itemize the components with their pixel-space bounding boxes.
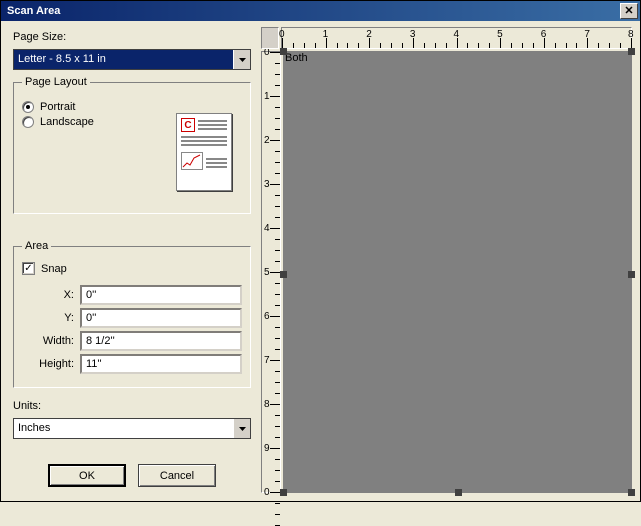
page-preview-thumb: C — [176, 113, 232, 191]
selection-handle[interactable] — [280, 489, 287, 496]
dropdown-button[interactable] — [233, 50, 250, 69]
portrait-label: Portrait — [40, 101, 75, 113]
area-legend: Area — [22, 240, 51, 252]
close-icon: ✕ — [624, 6, 633, 17]
x-input[interactable] — [80, 285, 242, 305]
titlebar: Scan Area ✕ — [1, 1, 640, 21]
units-label: Units: — [13, 400, 251, 412]
portrait-option[interactable]: Portrait — [22, 101, 242, 113]
ruler-corner — [261, 27, 279, 49]
close-button[interactable]: ✕ — [620, 3, 638, 19]
page-size-label: Page Size: — [13, 31, 251, 43]
selection-handle[interactable] — [628, 271, 635, 278]
page-layout-legend: Page Layout — [22, 76, 90, 88]
chart-icon — [181, 152, 203, 170]
checkbox-icon: ✓ — [22, 262, 35, 275]
height-label: Height: — [22, 358, 80, 370]
ruler-tick-label: 6 — [264, 311, 270, 322]
page-layout-group: Page Layout Portrait Landscape C — [13, 76, 251, 214]
horizontal-ruler: 012345678 — [281, 27, 632, 49]
scan-area-dialog: Scan Area ✕ Page Size: Letter - 8.5 x 11… — [0, 0, 641, 502]
cancel-label: Cancel — [160, 470, 194, 482]
vertical-ruler: 01234567890 — [261, 51, 281, 493]
selection-handle[interactable] — [280, 271, 287, 278]
window-title: Scan Area — [7, 5, 60, 17]
settings-pane: Page Size: Letter - 8.5 x 11 in Page Lay… — [1, 21, 261, 501]
ruler-tick-label: 4 — [264, 223, 270, 234]
preview-pane: 012345678 01234567890 Both — [261, 21, 640, 501]
area-group: Area ✓ Snap X: Y: Width: H — [13, 240, 251, 388]
page-size-value: Letter - 8.5 x 11 in — [14, 50, 233, 69]
ruler-tick-label: 7 — [264, 355, 270, 366]
selection-handle[interactable] — [628, 489, 635, 496]
units-value: Inches — [14, 419, 233, 438]
landscape-label: Landscape — [40, 116, 94, 128]
ruler-tick-label: 9 — [264, 443, 270, 454]
ruler-tick-label: 1 — [264, 91, 270, 102]
ruler-tick-label: 2 — [264, 135, 270, 146]
selection-handle[interactable] — [628, 48, 635, 55]
chevron-down-icon — [239, 427, 246, 431]
units-select[interactable]: Inches — [13, 418, 251, 439]
ruler-tick-label: 0 — [264, 487, 270, 498]
ruler-tick-label: 8 — [264, 399, 270, 410]
dropdown-button[interactable] — [233, 419, 250, 438]
width-label: Width: — [22, 335, 80, 347]
x-label: X: — [22, 289, 80, 301]
width-input[interactable] — [80, 331, 242, 351]
selection-handle[interactable] — [455, 489, 462, 496]
channel-label: Both — [285, 52, 308, 64]
document-icon: C — [181, 118, 195, 132]
page-size-select[interactable]: Letter - 8.5 x 11 in — [13, 49, 251, 70]
y-label: Y: — [22, 312, 80, 324]
cancel-button[interactable]: Cancel — [138, 464, 216, 487]
snap-label: Snap — [41, 263, 67, 275]
snap-checkbox[interactable]: ✓ Snap — [22, 262, 242, 275]
ok-button[interactable]: OK — [48, 464, 126, 487]
preview-canvas[interactable]: Both — [283, 51, 632, 493]
ruler-tick-label: 5 — [264, 267, 270, 278]
y-input[interactable] — [80, 308, 242, 328]
radio-icon — [22, 101, 34, 113]
chevron-down-icon — [239, 58, 246, 62]
selection-handle[interactable] — [280, 48, 287, 55]
ok-label: OK — [79, 470, 95, 482]
height-input[interactable] — [80, 354, 242, 374]
ruler-tick-label: 3 — [264, 179, 270, 190]
radio-icon — [22, 116, 34, 128]
